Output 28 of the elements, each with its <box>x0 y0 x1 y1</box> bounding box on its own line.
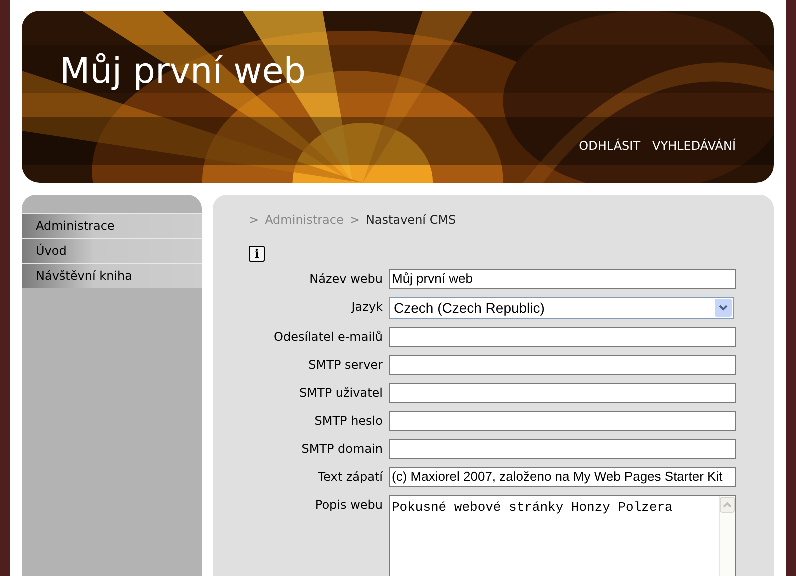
text-field[interactable] <box>389 327 736 347</box>
text-field[interactable]: (c) Maxiorel 2007, založeno na My Web Pages Starter Kit <box>389 467 736 487</box>
sidebar-item[interactable]: Úvod <box>22 238 202 263</box>
info-button[interactable]: i <box>249 246 265 262</box>
site-title: Můj první web <box>60 55 306 90</box>
text-field[interactable] <box>389 411 736 431</box>
breadcrumb-separator: > <box>350 212 360 229</box>
text-field[interactable] <box>389 439 736 459</box>
language-select[interactable]: Czech (Czech Republic) <box>389 297 734 319</box>
sidebar-item[interactable]: Návštěvní kniha <box>22 263 202 288</box>
field-label: SMTP domain <box>300 441 383 458</box>
field-label: Odesílatel e-mailů <box>273 329 383 346</box>
field-label: Text zápatí <box>317 469 383 486</box>
field-label: SMTP server <box>308 357 383 374</box>
description-textarea[interactable]: Pokusné webové stránky Honzy Polzera <box>389 495 736 576</box>
text-field[interactable] <box>389 383 736 403</box>
nav-link[interactable]: VYHLEDÁVÁNÍ <box>652 137 736 155</box>
field-label: SMTP uživatel <box>298 385 383 402</box>
breadcrumb-current[interactable]: Nastavení CMS <box>366 211 456 229</box>
nav-link[interactable]: ODHLÁSIT <box>579 137 641 155</box>
field-label: Název webu <box>308 271 383 288</box>
sidebar-item[interactable]: Administrace <box>22 213 202 238</box>
field-label: Jazyk <box>350 299 383 316</box>
breadcrumb-separator: > <box>249 212 260 229</box>
field-label: SMTP heslo <box>314 413 383 430</box>
field-label: Popis webu <box>314 497 383 514</box>
text-field[interactable]: Můj první web <box>389 269 736 289</box>
text-field[interactable] <box>389 355 736 375</box>
